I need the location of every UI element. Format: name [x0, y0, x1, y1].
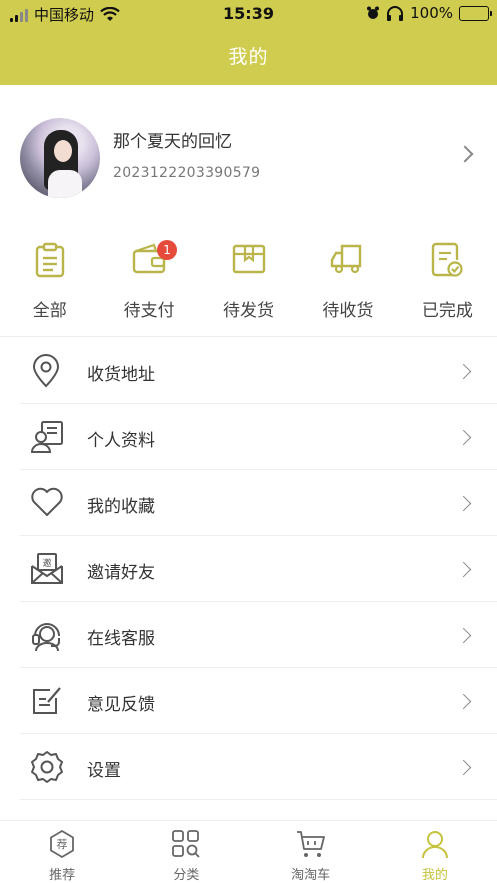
menu-item-label: 个人资料: [87, 431, 155, 451]
battery-percent: 100%: [410, 4, 453, 22]
menu-item-feedback[interactable]: 意见反馈: [20, 668, 497, 734]
order-label: 全部: [32, 301, 67, 321]
order-label: 已完成: [421, 301, 473, 321]
person-icon: [421, 831, 448, 859]
order-shortcuts: 全部 1 待支付 待发货 待收货 已完成: [0, 228, 497, 337]
menu-item-label: 我的收藏: [87, 497, 155, 517]
tab-label: 我的: [421, 868, 448, 883]
order-to-receive[interactable]: 待收货: [298, 228, 397, 336]
clipboard-icon: [35, 242, 64, 278]
headphones-icon: [387, 5, 404, 21]
tab-label: 推荐: [49, 868, 76, 883]
menu-item-customer-service[interactable]: 在线客服: [20, 602, 497, 668]
user-id: 2023122203390579: [113, 165, 261, 181]
headset-icon: [32, 623, 60, 652]
chevron-right-icon: [455, 561, 472, 578]
alarm-icon: [367, 6, 380, 19]
battery-icon: [459, 5, 492, 21]
menu-item-label: 在线客服: [87, 629, 155, 649]
svg-text:邀: 邀: [42, 557, 51, 569]
tab-category[interactable]: 分类: [124, 821, 248, 883]
chevron-right-icon: [455, 693, 472, 710]
menu-item-address[interactable]: 收货地址: [20, 338, 497, 404]
document-check-icon: [432, 242, 463, 277]
heart-icon: [31, 487, 63, 516]
invite-envelope-icon: 邀: [31, 553, 63, 584]
profile-card[interactable]: 那个夏天的回忆 2023122203390579: [0, 85, 497, 228]
settings-menu: 收货地址 个人资料 我的收藏 邀 邀请好友 在线客服 意见反馈 设置: [20, 338, 497, 800]
chevron-right-icon: [455, 627, 472, 644]
chevron-right-icon: [455, 759, 472, 776]
menu-item-favorites[interactable]: 我的收藏: [20, 470, 497, 536]
chevron-right-icon: [455, 495, 472, 512]
location-pin-icon: [32, 354, 60, 388]
gear-icon: [31, 751, 63, 783]
tab-label: 淘淘车: [291, 868, 331, 883]
header-bar: 中国移动 15:39 100% 我的: [0, 0, 497, 85]
menu-item-label: 设置: [87, 761, 121, 781]
category-grid-icon: [172, 830, 201, 858]
order-to-ship[interactable]: 待发货: [199, 228, 298, 336]
order-pending-payment[interactable]: 1 待支付: [99, 228, 198, 336]
chevron-right-icon: [456, 145, 474, 163]
page-title: 我的: [228, 46, 269, 68]
feedback-note-icon: [33, 687, 61, 714]
menu-item-label: 收货地址: [87, 365, 155, 385]
package-icon: [232, 244, 265, 274]
menu-item-settings[interactable]: 设置: [20, 734, 497, 800]
order-label: 待收货: [322, 301, 374, 321]
menu-item-profile[interactable]: 个人资料: [20, 404, 497, 470]
avatar[interactable]: [20, 118, 100, 198]
username: 那个夏天的回忆: [113, 132, 232, 152]
bottom-tab-bar: 荐 推荐 分类 淘淘车 我的: [0, 820, 497, 883]
menu-item-invite[interactable]: 邀 邀请好友: [20, 536, 497, 602]
recommend-icon: 荐: [50, 829, 75, 859]
order-label: 待发货: [223, 301, 275, 321]
menu-item-label: 邀请好友: [87, 563, 155, 583]
menu-item-label: 意见反馈: [87, 695, 155, 715]
order-completed[interactable]: 已完成: [398, 228, 497, 336]
svg-text:荐: 荐: [57, 838, 68, 851]
chevron-right-icon: [455, 429, 472, 446]
truck-icon: [330, 244, 362, 274]
cart-icon: [296, 831, 325, 857]
tab-cart[interactable]: 淘淘车: [249, 821, 373, 883]
status-bar: 中国移动 15:39 100%: [0, 0, 497, 28]
order-label: 待支付: [123, 301, 175, 321]
tab-mine[interactable]: 我的: [373, 821, 497, 883]
tab-label: 分类: [173, 868, 200, 883]
pending-payment-badge: 1: [157, 240, 178, 260]
chevron-right-icon: [455, 363, 472, 380]
tab-recommend[interactable]: 荐 推荐: [0, 821, 124, 883]
profile-card-icon: [30, 421, 63, 453]
order-all[interactable]: 全部: [0, 228, 99, 336]
